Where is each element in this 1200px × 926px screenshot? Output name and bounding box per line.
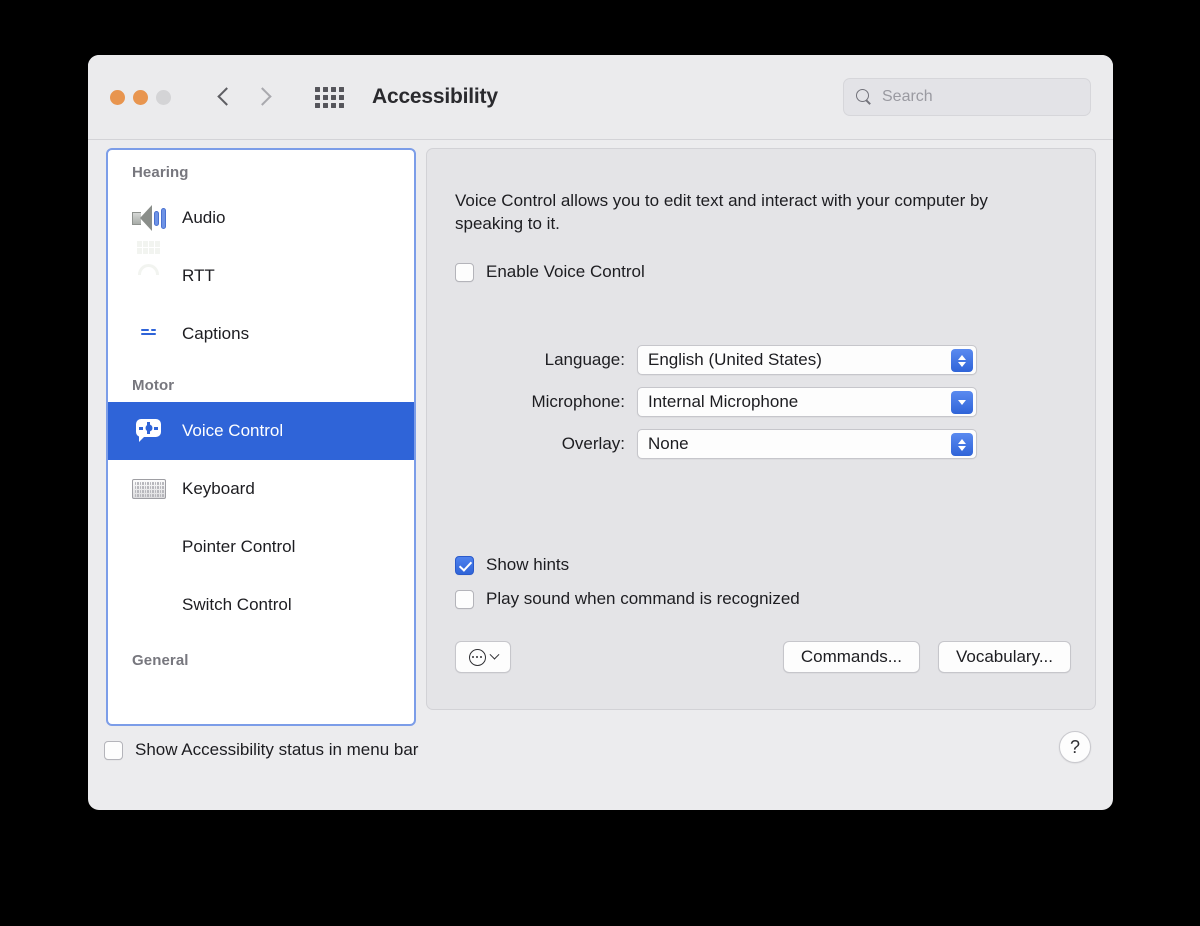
sidebar-group-general: General xyxy=(108,634,414,677)
play-sound-row[interactable]: Play sound when command is recognized xyxy=(455,589,800,609)
zoom-button[interactable] xyxy=(156,90,171,105)
overlay-value: None xyxy=(648,434,689,454)
sidebar-item-keyboard[interactable]: Keyboard xyxy=(108,460,414,518)
search-input[interactable] xyxy=(882,88,1078,106)
window-body: Hearing Audio xyxy=(88,140,1113,810)
show-hints-checkbox[interactable] xyxy=(455,556,474,575)
window-footer: Show Accessibility status in menu bar ? xyxy=(88,722,1113,810)
enable-voice-control-checkbox[interactable] xyxy=(455,263,474,282)
enable-voice-control-row[interactable]: Enable Voice Control xyxy=(455,262,645,282)
sidebar-item-audio[interactable]: Audio xyxy=(108,189,414,247)
sidebar-item-label: Switch Control xyxy=(182,595,292,615)
show-hints-row[interactable]: Show hints xyxy=(455,555,569,575)
voice-control-panel: Voice Control allows you to edit text an… xyxy=(426,148,1096,710)
sidebar-item-captions[interactable]: Captions xyxy=(108,305,414,363)
sidebar-item-label: Voice Control xyxy=(182,421,283,441)
sidebar-item-label: Keyboard xyxy=(182,479,255,499)
category-sidebar[interactable]: Hearing Audio xyxy=(106,148,416,726)
keyboard-icon xyxy=(132,472,166,506)
captions-bubble-icon xyxy=(132,317,166,351)
page-title: Accessibility xyxy=(372,85,498,109)
sidebar-group-hearing: Hearing xyxy=(108,150,414,189)
minimize-button[interactable] xyxy=(133,90,148,105)
panel-button-row: Commands... Vocabulary... xyxy=(455,641,1071,673)
switch-control-grid-icon xyxy=(132,588,166,622)
window-toolbar: Accessibility xyxy=(88,55,1113,140)
audio-speaker-icon xyxy=(132,201,166,235)
microphone-label: Microphone: xyxy=(427,392,637,412)
preferences-window: Accessibility Hearing Audio xyxy=(88,55,1113,810)
play-sound-checkbox[interactable] xyxy=(455,590,474,609)
sidebar-item-switch-control[interactable]: Switch Control xyxy=(108,576,414,634)
voice-control-icon xyxy=(132,414,166,448)
action-menu-button[interactable] xyxy=(455,641,511,673)
show-status-label: Show Accessibility status in menu bar xyxy=(135,740,418,760)
vocabulary-button[interactable]: Vocabulary... xyxy=(938,641,1071,673)
sidebar-item-pointer-control[interactable]: Pointer Control xyxy=(108,518,414,576)
language-select[interactable]: English (United States) xyxy=(637,345,977,375)
chevron-updown-icon[interactable] xyxy=(951,349,973,372)
search-field[interactable] xyxy=(843,78,1091,116)
settings-form: Language: English (United States) Microp… xyxy=(427,345,1095,471)
sidebar-item-label: Captions xyxy=(182,324,249,344)
chevron-right-icon[interactable] xyxy=(255,87,275,107)
sidebar-item-label: Audio xyxy=(182,208,225,228)
show-hints-label: Show hints xyxy=(486,555,569,575)
sidebar-item-label: Pointer Control xyxy=(182,537,295,557)
sidebar-group-motor: Motor xyxy=(108,363,414,402)
language-row: Language: English (United States) xyxy=(427,345,1095,375)
sidebar-item-rtt[interactable]: RTT xyxy=(108,247,414,305)
language-value: English (United States) xyxy=(648,350,822,370)
navigation-arrows xyxy=(215,87,275,107)
ellipsis-circle-icon xyxy=(469,649,486,666)
overlay-row: Overlay: None xyxy=(427,429,1095,459)
chevron-down-icon[interactable] xyxy=(951,391,973,414)
chevron-left-icon[interactable] xyxy=(215,87,235,107)
traffic-lights xyxy=(110,90,171,105)
show-all-grid-icon[interactable] xyxy=(315,87,344,108)
help-button[interactable]: ? xyxy=(1059,731,1091,763)
sidebar-item-voice-control[interactable]: Voice Control xyxy=(108,402,414,460)
show-status-checkbox[interactable] xyxy=(104,741,123,760)
pointer-cursor-icon xyxy=(132,530,166,564)
overlay-label: Overlay: xyxy=(427,434,637,454)
show-status-row[interactable]: Show Accessibility status in menu bar xyxy=(104,740,418,760)
panel-description: Voice Control allows you to edit text an… xyxy=(455,189,1015,236)
commands-button[interactable]: Commands... xyxy=(783,641,920,673)
microphone-select[interactable]: Internal Microphone xyxy=(637,387,977,417)
chevron-updown-icon[interactable] xyxy=(951,433,973,456)
rtt-teletype-icon xyxy=(132,259,166,293)
search-icon xyxy=(856,89,872,105)
close-button[interactable] xyxy=(110,90,125,105)
language-label: Language: xyxy=(427,350,637,370)
chevron-down-icon xyxy=(489,649,499,659)
microphone-value: Internal Microphone xyxy=(648,392,798,412)
overlay-select[interactable]: None xyxy=(637,429,977,459)
play-sound-label: Play sound when command is recognized xyxy=(486,589,800,609)
sidebar-item-label: RTT xyxy=(182,266,215,286)
microphone-row: Microphone: Internal Microphone xyxy=(427,387,1095,417)
enable-voice-control-label: Enable Voice Control xyxy=(486,262,645,282)
